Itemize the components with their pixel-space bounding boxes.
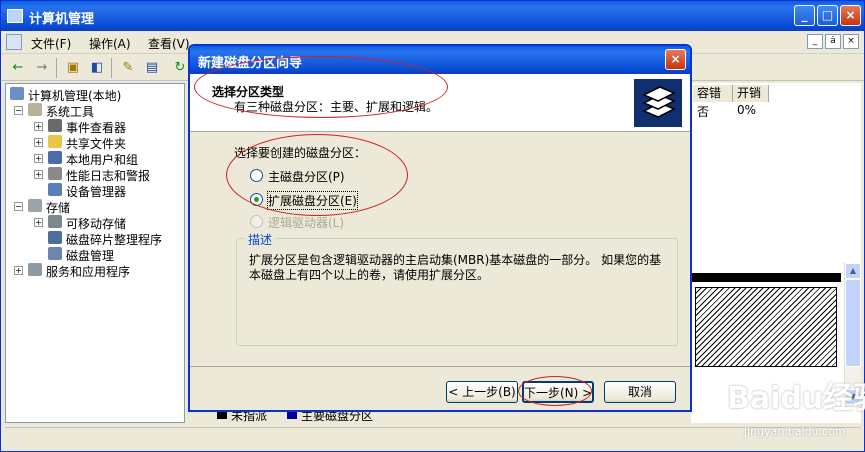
users-icon xyxy=(48,151,62,164)
refresh-icon[interactable]: ↻ xyxy=(170,58,190,78)
forward-arrow-icon[interactable]: → xyxy=(32,58,52,78)
column-header-overhead[interactable]: 开销 xyxy=(733,85,769,102)
watermark-text: Baidu经验 xyxy=(727,381,865,416)
disk-management-icon xyxy=(48,247,62,260)
expand-icon[interactable]: + xyxy=(34,122,43,131)
unallocated-space[interactable] xyxy=(695,287,837,367)
description-text: 扩展分区是包含逻辑驱动器的主启动集(MBR)基本磁盘的一部分。 如果您的基本磁盘… xyxy=(249,253,662,282)
tree-item-label: 磁盘碎片整理程序 xyxy=(66,233,163,247)
toolbar-separator xyxy=(111,58,112,78)
tree-item-label: 共享文件夹 xyxy=(66,137,127,151)
tools-icon xyxy=(28,103,42,116)
watermark-url: jingyan.baidu.com xyxy=(744,425,846,438)
menu-action[interactable]: 操作(A) xyxy=(89,35,131,52)
description-group: 描述 扩展分区是包含逻辑驱动器的主启动集(MBR)基本磁盘的一部分。 如果您的基… xyxy=(236,231,678,346)
description-title: 描述 xyxy=(245,231,276,248)
radio-logical xyxy=(250,215,263,228)
services-icon xyxy=(28,263,42,276)
app-menu-icon[interactable] xyxy=(6,34,22,50)
tree-item-label: 服务和应用程序 xyxy=(46,265,131,279)
cancel-button[interactable]: 取消 xyxy=(604,381,676,403)
option-label: 逻辑驱动器(L) xyxy=(268,216,345,230)
computer-management-icon xyxy=(7,9,23,23)
disk-stack-icon xyxy=(634,79,682,127)
expand-icon[interactable]: + xyxy=(14,266,23,275)
computer-icon xyxy=(10,87,24,100)
performance-icon xyxy=(48,167,62,180)
tree-item-label: 事件查看器 xyxy=(66,121,127,135)
expand-icon[interactable]: + xyxy=(34,218,43,227)
tree-item-label: 本地用户和组 xyxy=(66,153,139,167)
back-button[interactable]: < 上一步(B) xyxy=(446,381,518,403)
up-folder-icon[interactable]: ▣ xyxy=(63,58,83,78)
collapse-icon[interactable]: − xyxy=(14,202,23,211)
tree-item-label: 计算机管理(本地) xyxy=(28,89,122,103)
mdi-restore-button[interactable]: ȧ xyxy=(825,34,841,49)
device-manager-icon xyxy=(48,183,62,196)
wizard-close-button[interactable]: × xyxy=(665,49,686,70)
scroll-up-button[interactable]: ▲ xyxy=(845,263,861,279)
partition-header-bar xyxy=(691,273,841,282)
new-partition-wizard: 新建磁盘分区向导 × 选择分区类型 有三种磁盘分区：主要、扩展和逻辑。 选择要创… xyxy=(188,44,692,412)
show-tree-icon[interactable]: ◧ xyxy=(87,58,107,78)
mdi-close-button[interactable]: × xyxy=(843,34,859,49)
expand-icon[interactable]: + xyxy=(34,170,43,179)
storage-icon xyxy=(28,199,42,212)
mdi-minimize-button[interactable]: _ xyxy=(807,34,823,49)
tree-item-label: 磁盘管理 xyxy=(66,249,115,263)
highlight-ellipse-options xyxy=(226,134,408,216)
properties-icon[interactable]: ✎ xyxy=(118,58,138,78)
removable-storage-icon xyxy=(48,215,62,228)
tree-item-label: 性能日志和警报 xyxy=(66,169,151,183)
highlight-ellipse-header xyxy=(194,56,448,118)
main-titlebar[interactable]: 计算机管理 _ □ × xyxy=(1,1,864,31)
collapse-icon[interactable]: − xyxy=(14,106,23,115)
back-arrow-icon[interactable]: ← xyxy=(8,58,28,78)
menu-view[interactable]: 查看(V) xyxy=(148,35,190,52)
export-list-icon[interactable]: ▤ xyxy=(142,58,162,78)
wizard-separator xyxy=(190,366,690,367)
column-header-fault-tolerance[interactable]: 容错 xyxy=(693,85,733,102)
cell-fault-tolerance: 否 xyxy=(697,105,710,119)
expand-icon[interactable]: + xyxy=(34,154,43,163)
maximize-button[interactable]: □ xyxy=(817,5,838,26)
toolbar-separator xyxy=(56,58,57,78)
cell-overhead: 0% xyxy=(737,103,757,117)
highlight-ellipse-next xyxy=(518,376,592,406)
disk-graph xyxy=(691,269,841,384)
shared-folder-icon xyxy=(48,135,62,148)
scroll-thumb[interactable] xyxy=(845,279,861,367)
expand-icon[interactable]: + xyxy=(34,138,43,147)
menu-file[interactable]: 文件(F) xyxy=(31,35,71,52)
tree-item-label: 设备管理器 xyxy=(66,185,127,199)
tree-item-label: 存储 xyxy=(46,201,71,215)
event-viewer-icon xyxy=(48,119,62,132)
tree-item-label: 系统工具 xyxy=(46,105,95,119)
tree-item-label: 可移动存储 xyxy=(66,217,127,231)
main-window-title: 计算机管理 xyxy=(29,12,95,27)
close-button[interactable]: × xyxy=(840,5,861,26)
minimize-button[interactable]: _ xyxy=(794,5,815,26)
defrag-icon xyxy=(48,231,62,244)
status-bar xyxy=(5,427,861,447)
console-tree: 计算机管理(本地) − 系统工具 + 事件查看器 + 共享文件夹 + 本地用户和… xyxy=(5,83,185,423)
